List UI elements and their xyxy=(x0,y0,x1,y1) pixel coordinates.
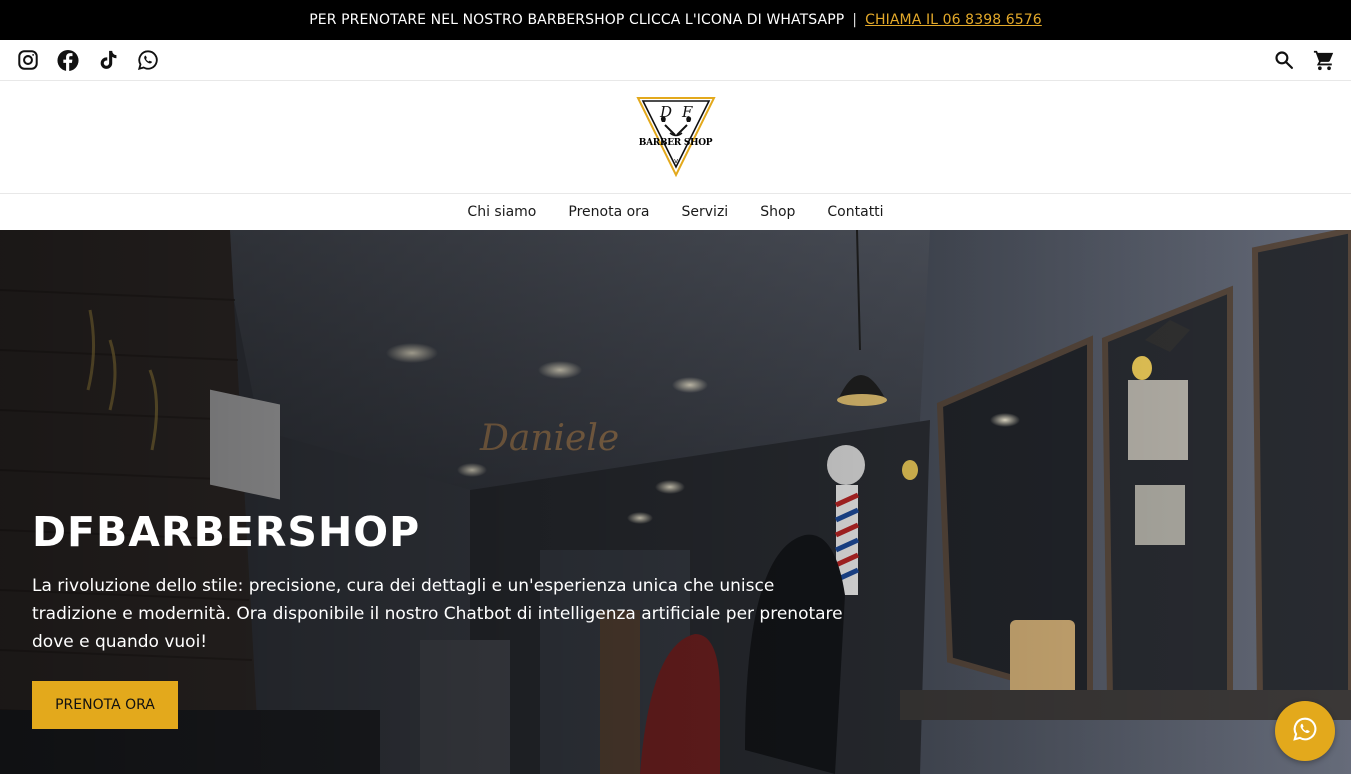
announcement-separator: | xyxy=(852,12,858,28)
search-icon[interactable] xyxy=(1273,49,1295,71)
tiktok-icon[interactable] xyxy=(97,49,119,71)
nav-item-shop[interactable]: Shop xyxy=(760,204,795,220)
whatsapp-icon[interactable] xyxy=(137,49,159,71)
call-link[interactable]: CHIAMA IL 06 8398 6576 xyxy=(865,12,1042,28)
header-tools xyxy=(1273,49,1335,71)
hero-background-image: Daniele xyxy=(0,230,1351,774)
hero-banner: Daniele DFBARBERSHOP La rivoluzione dell… xyxy=(0,230,1351,774)
svg-text:v: v xyxy=(674,157,678,165)
announcement-bar: PER PRENOTARE NEL NOSTRO BARBERSHOP CLIC… xyxy=(0,0,1351,40)
whatsapp-icon xyxy=(1292,716,1318,746)
instagram-icon[interactable] xyxy=(17,49,39,71)
nav-item-chi-siamo[interactable]: Chi siamo xyxy=(467,204,536,220)
logo-text: BARBER SHOP xyxy=(638,138,713,148)
nav-item-prenota-ora[interactable]: Prenota ora xyxy=(568,204,649,220)
icon-bar xyxy=(0,40,1351,81)
announcement-text: PER PRENOTARE NEL NOSTRO BARBERSHOP CLIC… xyxy=(309,12,845,28)
nav-item-contatti[interactable]: Contatti xyxy=(827,204,883,220)
site-logo[interactable]: D F v BARBER SHOP xyxy=(634,95,718,179)
social-links xyxy=(17,49,159,71)
facebook-icon[interactable] xyxy=(57,49,79,71)
hero-description: La rivoluzione dello stile: precisione, … xyxy=(32,576,843,652)
logo-area: D F v BARBER SHOP xyxy=(0,81,1351,194)
nav-item-servizi[interactable]: Servizi xyxy=(682,204,729,220)
book-now-button[interactable]: PRENOTA ORA xyxy=(32,681,178,729)
hero-title: DFBARBERSHOP xyxy=(32,508,421,556)
cart-icon[interactable] xyxy=(1313,49,1335,71)
hero-content: DFBARBERSHOP La rivoluzione dello stile:… xyxy=(32,508,862,656)
main-nav: Chi siamo Prenota ora Servizi Shop Conta… xyxy=(0,194,1351,230)
whatsapp-chat-button[interactable] xyxy=(1275,701,1335,761)
